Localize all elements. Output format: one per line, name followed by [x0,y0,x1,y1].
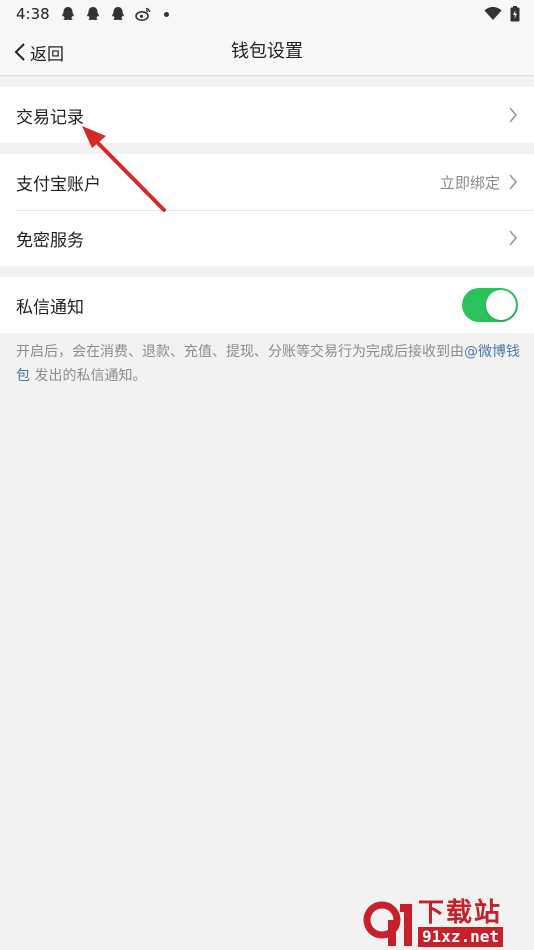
page-title: 钱包设置 [231,41,303,62]
notify-group: 私信通知 [0,277,534,333]
note-text-before: 开启后，会在消费、退款、充值、提现、分账等交易行为完成后接收到由 [16,344,464,360]
status-time: 4:38 [16,5,50,23]
account-group: 支付宝账户 立即绑定 免密服务 [0,154,534,266]
notification-dot [163,11,169,17]
alipay-account-label: 支付宝账户 [16,174,101,195]
password-free-service-label: 免密服务 [16,230,84,251]
alipay-account-item[interactable]: 支付宝账户 立即绑定 [0,154,534,210]
transaction-records-label: 交易记录 [16,107,84,128]
wifi-icon [484,7,502,20]
qq-icon [86,7,99,20]
site-logo-icon [363,901,412,946]
password-free-service-item[interactable]: 免密服务 [0,210,534,266]
records-group: 交易记录 [0,87,534,143]
back-button[interactable]: 返回 [14,28,64,76]
chevron-right-icon [509,174,518,190]
chevron-right-icon [509,107,518,123]
site-watermark: 下载站 91xz.net [360,898,530,948]
nav-bar: 返回 钱包设置 [0,28,534,76]
toggle-knob [486,290,516,320]
private-message-notify-item: 私信通知 [0,277,534,333]
transaction-records-item[interactable]: 交易记录 [0,87,534,143]
chevron-left-icon [14,43,25,61]
private-message-notify-label: 私信通知 [16,297,84,318]
qq-icon [111,7,124,20]
note-text-after: 发出的私信通知。 [30,368,147,384]
back-label: 返回 [30,44,64,65]
notify-description: 开启后，会在消费、退款、充值、提现、分账等交易行为完成后接收到由@微博钱包 发出… [16,340,521,388]
qq-icon [61,7,74,20]
alipay-bind-value: 立即绑定 [439,173,500,192]
battery-icon [510,6,520,22]
weibo-icon [134,7,150,21]
status-bar: 4:38 [0,0,534,28]
watermark-top-text: 下载站 [418,898,503,928]
watermark-bottom-text: 91xz.net [418,927,504,947]
chevron-right-icon [509,230,518,246]
private-message-notify-toggle[interactable] [462,288,518,322]
